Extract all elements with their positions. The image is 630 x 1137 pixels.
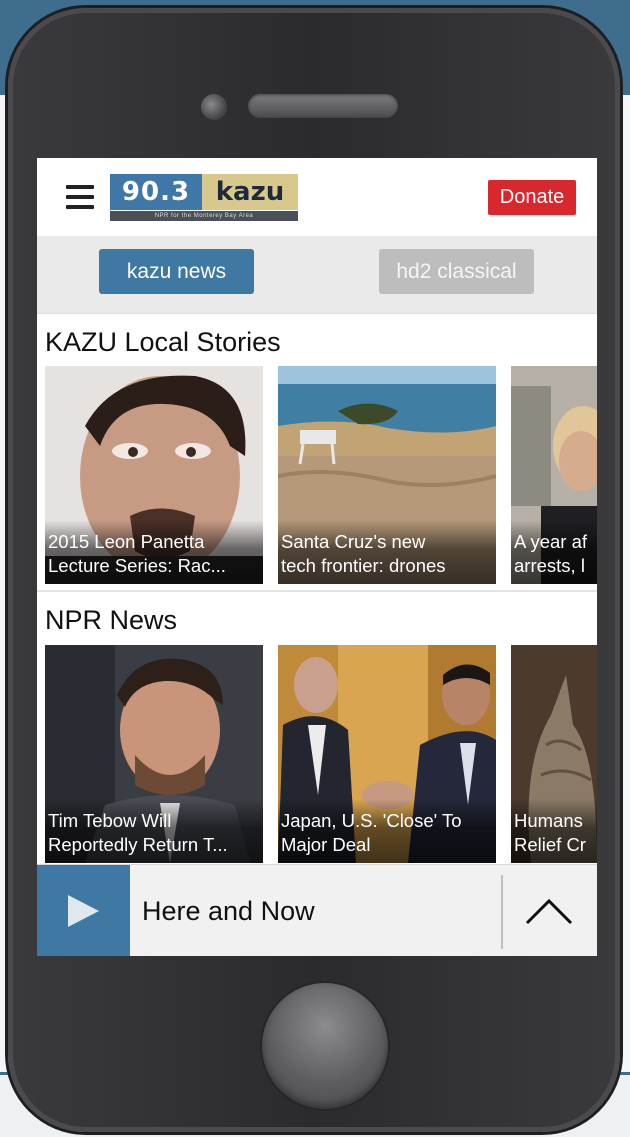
story-card[interactable]: 2015 Leon Panetta Lecture Series: Rac... xyxy=(45,366,263,584)
story-title-line1: Japan, U.S. 'Close' To xyxy=(281,810,462,831)
story-caption: Humans Relief Cr xyxy=(514,809,595,857)
section-title-local-stories: KAZU Local Stories xyxy=(45,327,281,357)
audio-player-bar: Here and Now xyxy=(37,864,597,956)
story-title-line2: Lecture Series: Rac... xyxy=(48,555,226,576)
story-title-line1: Humans xyxy=(514,810,583,831)
earpiece-speaker xyxy=(248,94,398,118)
logo-frequency: 90.3 xyxy=(110,174,202,210)
donate-button[interactable]: Donate xyxy=(488,180,576,215)
story-card[interactable]: Santa Cruz's new tech frontier: drones xyxy=(278,366,496,584)
stream-button-kazu-news[interactable]: kazu news xyxy=(99,249,254,294)
story-title-line2: Reportedly Return T... xyxy=(48,834,228,855)
stream-button-hd2-classical[interactable]: hd2 classical xyxy=(379,249,534,294)
story-caption: 2015 Leon Panetta Lecture Series: Rac... xyxy=(48,530,261,578)
story-title-line1: 2015 Leon Panetta xyxy=(48,531,205,552)
story-title-line2: Relief Cr xyxy=(514,834,586,855)
story-title-line1: Tim Tebow Will xyxy=(48,810,172,831)
stream-selector: kazu news hd2 classical xyxy=(37,236,597,314)
station-logo[interactable]: 90.3 kazu NPR for the Monterey Bay Area xyxy=(110,174,300,222)
story-caption: Japan, U.S. 'Close' To Major Deal xyxy=(281,809,494,857)
front-camera xyxy=(201,94,227,120)
story-carousel-npr[interactable]: Tim Tebow Will Reportedly Return T... Ja xyxy=(45,645,597,863)
story-title-line2: tech frontier: drones xyxy=(281,555,446,576)
story-title-line2: arrests, l xyxy=(514,555,585,576)
play-icon xyxy=(68,895,99,927)
hamburger-icon[interactable] xyxy=(66,185,94,209)
logo-tagline: NPR for the Monterey Bay Area xyxy=(110,211,298,221)
story-carousel-local[interactable]: 2015 Leon Panetta Lecture Series: Rac...… xyxy=(45,366,597,584)
now-playing-title: Here and Now xyxy=(142,896,315,926)
play-button[interactable] xyxy=(37,865,130,956)
story-caption: A year af arrests, l xyxy=(514,530,595,578)
expand-player-button[interactable] xyxy=(517,887,581,935)
story-title-line1: A year af xyxy=(514,531,588,552)
story-title-line2: Major Deal xyxy=(281,834,371,855)
story-card[interactable]: Japan, U.S. 'Close' To Major Deal xyxy=(278,645,496,863)
story-card[interactable]: Tim Tebow Will Reportedly Return T... xyxy=(45,645,263,863)
player-divider xyxy=(501,875,503,949)
section-title-npr-news: NPR News xyxy=(45,605,178,635)
app-header: 90.3 kazu NPR for the Monterey Bay Area … xyxy=(37,158,597,236)
app-screen: 90.3 kazu NPR for the Monterey Bay Area … xyxy=(37,158,597,956)
story-card[interactable]: A year af arrests, l xyxy=(511,366,597,584)
logo-callsign: kazu xyxy=(202,174,298,210)
story-caption: Tim Tebow Will Reportedly Return T... xyxy=(48,809,261,857)
story-title-line1: Santa Cruz's new xyxy=(281,531,426,552)
home-button[interactable] xyxy=(262,983,388,1109)
chevron-up-icon xyxy=(525,898,573,925)
story-card[interactable]: Humans Relief Cr xyxy=(511,645,597,863)
story-caption: Santa Cruz's new tech frontier: drones xyxy=(281,530,494,578)
section-divider xyxy=(37,590,597,592)
